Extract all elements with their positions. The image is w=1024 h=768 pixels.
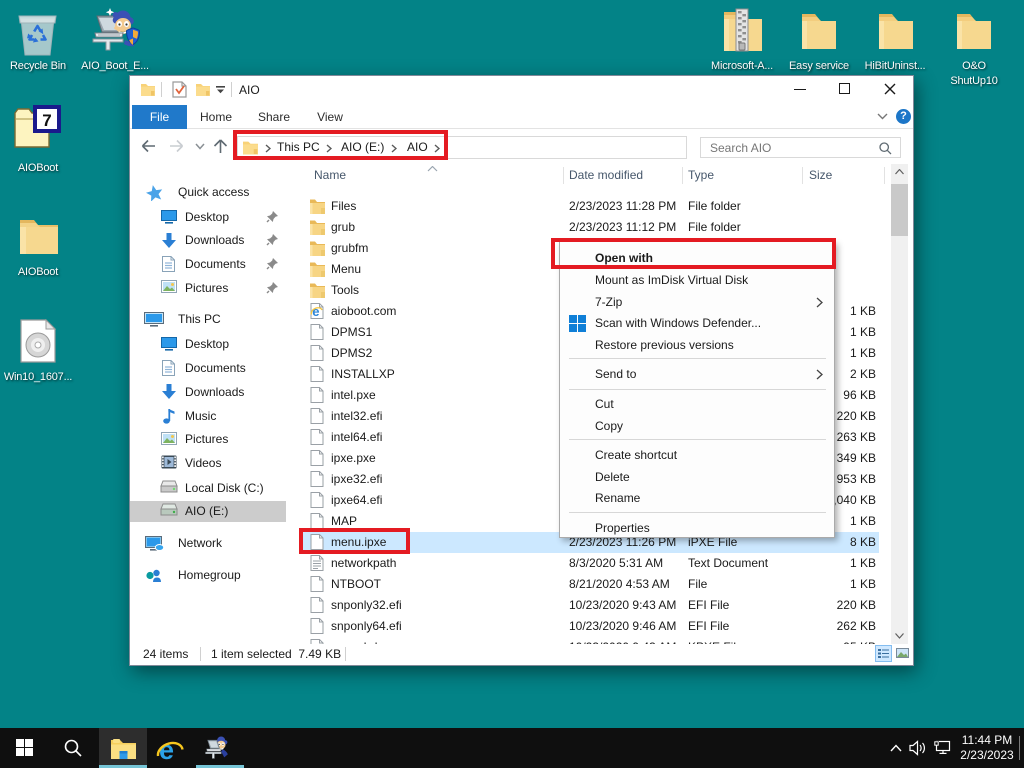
svg-text:7: 7 xyxy=(42,111,51,130)
svg-text:e: e xyxy=(312,304,319,319)
